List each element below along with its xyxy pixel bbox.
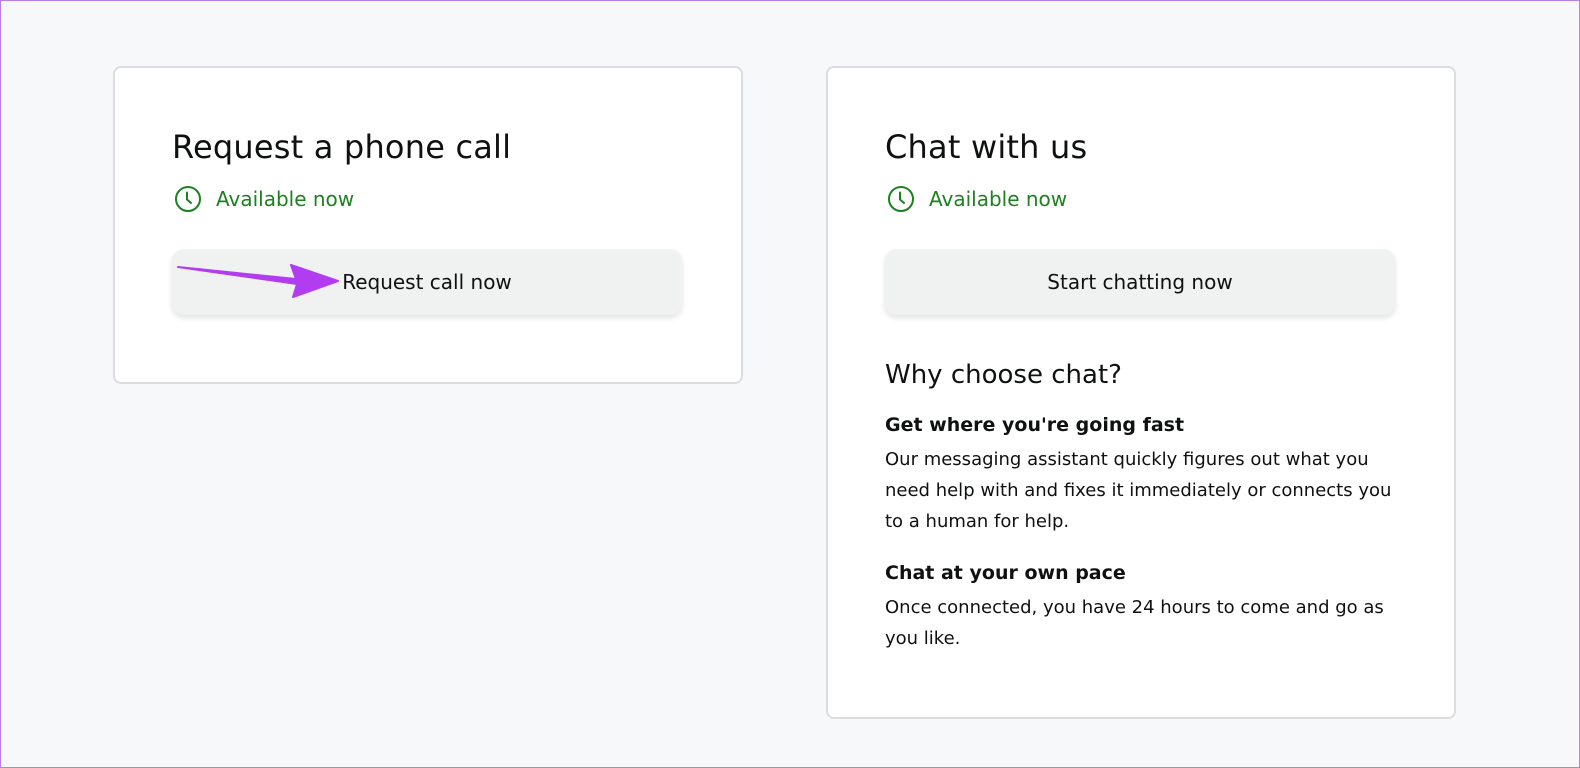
chat-title: Chat with us (885, 128, 1088, 166)
benefit-item: Chat at your own pace Once connected, yo… (885, 562, 1405, 654)
clock-icon (887, 185, 915, 213)
phone-call-card: Request a phone call Available now Reque… (113, 66, 743, 384)
why-choose-chat-heading: Why choose chat? (885, 360, 1122, 390)
chat-card: Chat with us Available now Start chattin… (826, 66, 1456, 719)
benefit-title: Chat at your own pace (885, 562, 1126, 584)
availability-status: Available now (216, 187, 355, 211)
clock-icon (174, 185, 202, 213)
phone-call-title: Request a phone call (172, 128, 512, 166)
benefit-item: Get where you're going fast Our messagin… (885, 414, 1405, 537)
availability-status: Available now (929, 187, 1068, 211)
benefit-description: Once connected, you have 24 hours to com… (885, 597, 1384, 649)
phone-call-availability: Available now (174, 185, 354, 213)
benefit-description: Our messaging assistant quickly figures … (885, 449, 1392, 532)
chat-availability: Available now (887, 185, 1067, 213)
benefit-title: Get where you're going fast (885, 414, 1185, 436)
arrow-icon (176, 257, 342, 301)
start-chatting-button[interactable]: Start chatting now (885, 249, 1395, 315)
